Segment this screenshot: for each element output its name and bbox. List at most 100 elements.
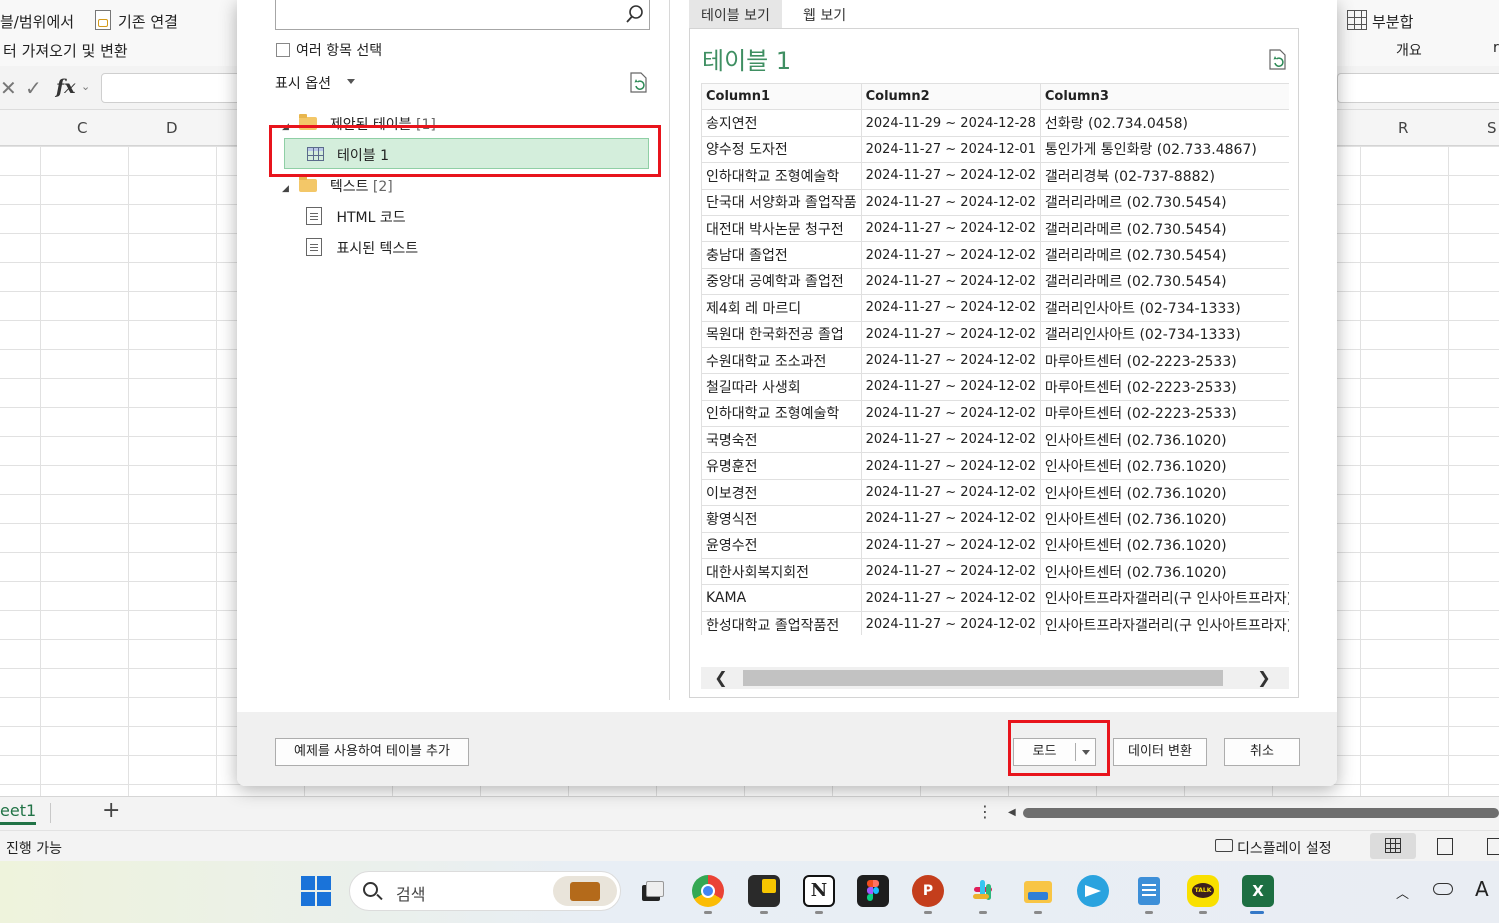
cancel-formula-icon[interactable]: ✕ [0,76,17,100]
table-row: 송지연전 2024-11-29 ~ 2024-12-28 선화랑 (02.734.0… [701,109,1289,137]
display-options-dropdown[interactable]: 표시 옵션 [275,73,331,93]
column-header: Column3 [1039,83,1289,111]
get-transform-group-label: 터 가져오기 및 변환 [3,42,128,60]
powerpoint-icon[interactable]: P [912,875,944,907]
input-method-indicator[interactable]: A [1475,877,1489,901]
chevron-down-icon[interactable]: ⌄ [81,80,90,93]
table-row: 철길따라 사생회 2024-11-27 ~ 2024-12-02 마루아트센터 (0… [701,373,1289,401]
search-icon[interactable] [625,4,645,24]
scroll-left-icon[interactable]: ◀ [1008,807,1016,818]
display-settings-button[interactable]: 디스플레이 설정 [1237,838,1332,858]
column-header-r[interactable]: R [1398,119,1408,137]
subtotal-button[interactable]: 부분합 [1372,11,1413,32]
preview-table-viewport: Column1 Column2 Column3 송지연전 2024-11-29 ~ 2… [701,83,1289,635]
onedrive-cloud-icon[interactable] [1433,883,1453,895]
table-cell: 인사아트센터 (02.736.1020) [1039,478,1289,507]
sheet-tab-sheet1[interactable]: eet1 [0,801,37,825]
sticky-notes-icon[interactable] [748,875,780,907]
file-explorer-icon[interactable] [1022,875,1054,907]
table-cell: 황영식전 [701,505,862,533]
kakaotalk-icon[interactable]: TALK [1187,875,1219,907]
preview-tab-bar: 테이블 보기 웹 보기 [689,0,1301,28]
table-row: 이보경전 2024-11-27 ~ 2024-12-02 인사아트센터 (02.73… [701,478,1289,507]
tab-table-view[interactable]: 테이블 보기 [689,0,782,28]
formula-input-right[interactable] [1337,73,1499,103]
table-cell: 인하대학교 조형예술학 [701,399,862,428]
table-row: 황영식전 2024-11-27 ~ 2024-12-02 인사아트센터 (02.73… [701,505,1289,533]
transform-data-button[interactable]: 데이터 변환 [1113,738,1207,766]
tree-folder-text[interactable]: ◢ 텍스트 [2] [282,176,393,196]
navigator-search-input[interactable] [275,0,650,30]
document-icon [306,207,322,225]
preview-horizontal-scrollbar[interactable]: ❮ ❯ [701,667,1289,689]
figma-icon[interactable] [857,875,889,907]
column-header-s[interactable]: S [1487,119,1497,137]
tree-item-table1[interactable]: 테이블 1 [284,138,649,169]
taskbar-search-box[interactable]: 검색 [349,871,621,911]
select-multiple-checkbox[interactable] [276,43,290,57]
collapse-caret-icon[interactable]: ◢ [282,184,289,194]
column-header-d[interactable]: D [166,119,178,137]
normal-view-button[interactable] [1370,833,1416,859]
display-settings-icon [1215,839,1233,852]
table-cell: 2024-11-27 ~ 2024-12-02 [860,346,1041,375]
table-cell: 수원대학교 조소과전 [701,346,862,375]
excel-icon[interactable]: X [1242,875,1274,907]
table-row: 목원대 한국화전공 졸업 2024-11-27 ~ 2024-12-02 갤러리인사… [701,320,1289,348]
notepad-icon[interactable] [1133,875,1165,907]
task-view-icon[interactable] [636,875,668,907]
table-cell: 2024-11-27 ~ 2024-12-02 [860,531,1041,560]
table-cell: 마루아트센터 (02-2223-2533) [1039,399,1289,428]
pane-divider[interactable] [669,0,670,700]
table-row: 단국대 서양화과 졸업작품 2024-11-27 ~ 2024-12-02 갤러리라… [701,188,1289,216]
chevron-down-icon[interactable] [347,79,355,84]
table-cell: 송지연전 [701,109,862,137]
page-break-view-icon[interactable] [1487,838,1499,855]
collapse-caret-icon[interactable]: ◢ [282,122,289,132]
table-cell: 인사아트프라자갤러리(구 인사아트프라자) [1039,584,1289,612]
tree-folder-suggested-tables[interactable]: ◢ 제안된 테이블 [1] [282,114,436,134]
table-row: 윤영수전 2024-11-27 ~ 2024-12-02 인사아트센터 (02.73… [701,531,1289,560]
formula-input[interactable] [101,73,241,103]
chrome-icon[interactable] [692,875,724,907]
refresh-icon[interactable] [629,72,649,94]
existing-connections-icon [95,10,111,30]
notion-icon[interactable]: N [803,875,835,907]
telegram-icon[interactable] [1077,875,1109,907]
table-row: 중앙대 공예학과 졸업전 2024-11-27 ~ 2024-12-02 갤러리라메… [701,267,1289,296]
windows-start-icon[interactable] [301,876,331,906]
table-cell: 2024-11-27 ~ 2024-12-02 [860,558,1041,586]
confirm-formula-icon[interactable]: ✓ [25,76,42,100]
column-header-c[interactable]: C [77,119,87,137]
scrollbar-thumb[interactable] [743,670,1223,686]
insert-function-icon[interactable]: fx [56,76,76,98]
chevron-up-icon[interactable]: ︿ [1396,883,1409,902]
table-cell: 철길따라 사생회 [701,373,862,401]
add-sheet-button[interactable]: + [102,798,120,823]
tab-web-view[interactable]: 웹 보기 [791,0,858,28]
load-button-label[interactable]: 로드 [1014,739,1075,765]
from-table-range-button[interactable]: 블/범위에서 [0,11,74,32]
scroll-right-icon[interactable]: ❯ [1249,667,1279,689]
chevron-down-icon[interactable] [1082,750,1090,755]
existing-connections-button[interactable]: 기존 연결 [118,11,178,32]
tree-item-html-code[interactable]: HTML 코드 [306,207,406,230]
sheet-tab-bar: eet1 + ⋮ ◀ [0,796,1499,830]
table-cell: 2024-11-27 ~ 2024-12-02 [860,267,1041,296]
tree-item-displayed-text[interactable]: 표시된 텍스트 [306,238,418,261]
refresh-icon[interactable] [1268,49,1288,71]
add-table-by-example-button[interactable]: 예제를 사용하여 테이블 추가 [275,738,469,766]
scroll-left-icon[interactable]: ❮ [706,667,736,689]
tab-divider [50,803,51,823]
slack-icon[interactable] [967,875,999,907]
table-cell: 2024-11-27 ~ 2024-12-02 [860,452,1041,480]
cancel-button[interactable]: 취소 [1224,738,1300,766]
load-button[interactable]: 로드 [1013,738,1096,766]
select-multiple-label: 여러 항목 선택 [296,43,383,59]
table-cell: 갤러리라메르 (02.730.5454) [1039,241,1289,269]
page-layout-view-icon[interactable] [1437,838,1453,855]
table-cell: 2024-11-27 ~ 2024-12-02 [860,241,1041,269]
table-cell: 단국대 서양화과 졸업작품 [701,188,862,216]
horizontal-scrollbar-thumb[interactable] [1023,808,1499,818]
more-options-icon[interactable]: ⋮ [977,802,993,821]
